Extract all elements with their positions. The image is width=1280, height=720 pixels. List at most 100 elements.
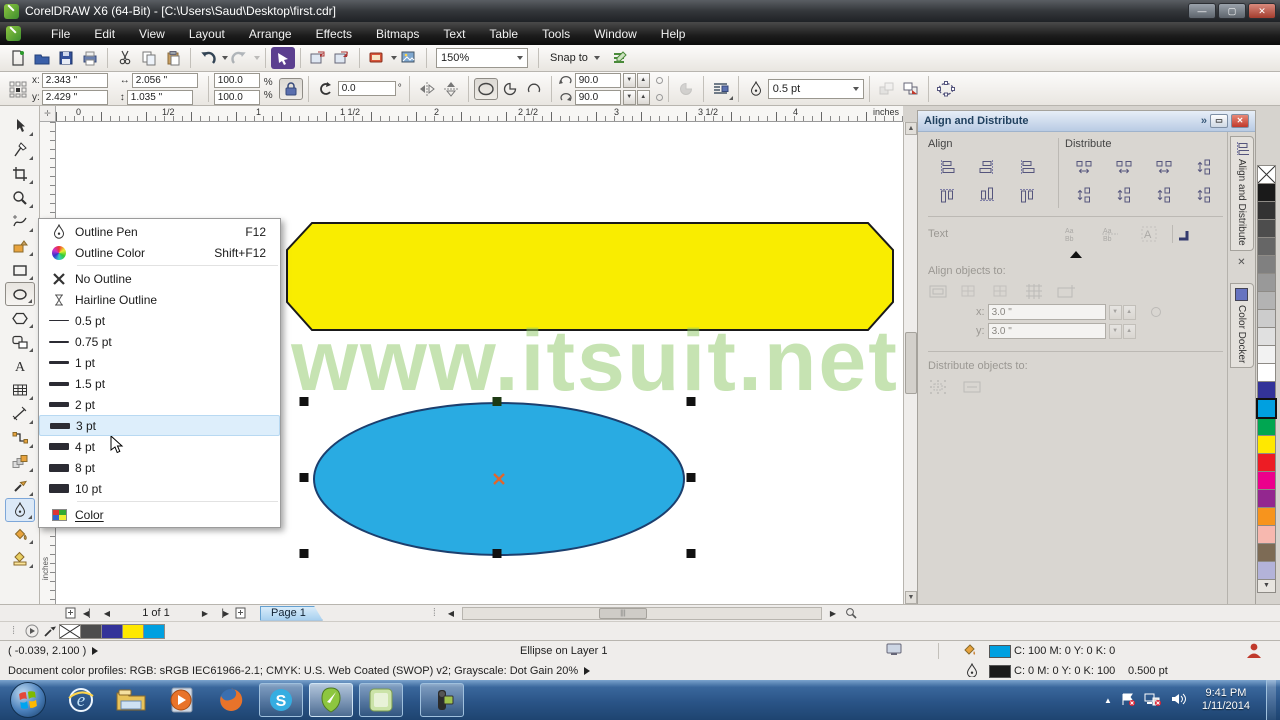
palette-no-color[interactable] [1257, 165, 1276, 184]
distribute-bottom-button[interactable] [1185, 182, 1223, 208]
menu-item-15pt[interactable]: 1.5 pt [39, 373, 280, 394]
align-bottom-button[interactable] [1008, 182, 1046, 208]
palette-swatch[interactable] [1257, 471, 1276, 490]
palette-swatch[interactable] [1257, 345, 1276, 364]
palette-swatch[interactable] [1257, 381, 1276, 400]
show-desktop-button[interactable] [1266, 680, 1276, 720]
distribute-spacing-v-button[interactable] [1145, 182, 1183, 208]
taskbar-internet-explorer[interactable]: e [59, 683, 103, 717]
arc-mode-button[interactable] [522, 78, 546, 100]
palette-swatch[interactable] [1257, 417, 1276, 436]
menu-item-outline-pen[interactable]: Outline Pen F12 [39, 221, 280, 242]
docpal-flyout-button[interactable] [23, 624, 41, 638]
scale-h-field[interactable]: 100.0 [213, 72, 260, 88]
menu-item-3pt[interactable]: 3 pt [39, 415, 280, 436]
to-front-button[interactable] [875, 78, 899, 100]
taskbar-media-player[interactable] [159, 683, 203, 717]
palette-swatch[interactable] [1257, 543, 1276, 562]
menu-item-8pt[interactable]: 8 pt [39, 457, 280, 478]
palette-swatch[interactable] [1257, 201, 1276, 220]
lock-ratio-button[interactable] [278, 77, 303, 100]
docker-close-button[interactable]: ✕ [1231, 114, 1249, 128]
palette-swatch[interactable] [1257, 273, 1276, 292]
application-launcher-button[interactable] [365, 47, 389, 69]
docpal-swatch[interactable] [101, 623, 124, 639]
taskbar-corel-photopaint[interactable] [359, 683, 403, 717]
snap-to-dropdown[interactable]: Snap to [550, 52, 600, 64]
menu-bitmaps[interactable]: Bitmaps [364, 24, 431, 44]
redo-button[interactable] [228, 47, 252, 69]
hscroll-right-arrow[interactable]: ▶ [824, 606, 842, 620]
display-settings-icon[interactable] [886, 643, 902, 659]
scale-v-field[interactable]: 100.0 [213, 89, 260, 105]
ellipse-mode-button[interactable] [473, 77, 498, 100]
export-button[interactable] [330, 47, 354, 69]
menu-help[interactable]: Help [649, 24, 698, 44]
mirror-vertical-button[interactable] [439, 78, 463, 100]
shape-tool[interactable] [5, 138, 35, 162]
palette-swatch[interactable] [1257, 435, 1276, 454]
new-document-button[interactable] [6, 47, 30, 69]
docpal-swatch[interactable] [143, 623, 166, 639]
blend-tool[interactable] [5, 450, 35, 474]
pane-splitter[interactable]: ⁞ [433, 607, 436, 619]
maximize-button[interactable]: ▢ [1218, 3, 1246, 19]
taskbar-screen-recorder[interactable] [420, 683, 464, 717]
docker-chevron[interactable]: » [1201, 115, 1207, 127]
align-y-field[interactable]: 3.0 " [987, 323, 1106, 339]
menu-item-075pt[interactable]: 0.75 pt [39, 331, 280, 352]
taskbar-coreldraw[interactable] [309, 683, 353, 717]
page-tab[interactable]: Page 1 [260, 606, 323, 621]
distribute-top-button[interactable] [1065, 182, 1103, 208]
menu-file[interactable]: File [39, 24, 82, 44]
octagon-shape[interactable] [286, 222, 894, 331]
align-center-h-button[interactable] [968, 154, 1006, 180]
start-angle-field[interactable]: 90.0 [574, 72, 621, 88]
distribute-to-selection-button[interactable] [928, 378, 950, 396]
menu-item-color[interactable]: Color [39, 504, 280, 525]
nav-zoom-button[interactable] [842, 606, 860, 620]
palette-scroll-down[interactable]: ▼ [1257, 579, 1276, 593]
welcome-screen-button[interactable] [397, 47, 421, 69]
horizontal-ruler[interactable]: 0 1/2 1 1 1/2 2 2 1/2 3 3 1/2 4 inches [56, 106, 903, 122]
menu-view[interactable]: View [127, 24, 177, 44]
connector-tool[interactable] [5, 426, 35, 450]
change-direction-button[interactable] [674, 78, 698, 100]
docker-tab-color[interactable]: Color Docker [1229, 282, 1254, 369]
last-page-button[interactable]: ▕▶ [214, 606, 232, 620]
collapse-arrow-icon[interactable] [1069, 251, 1082, 258]
palette-swatch-selected[interactable] [1256, 398, 1277, 419]
align-right-button[interactable] [1008, 154, 1046, 180]
close-button[interactable]: ✕ [1248, 3, 1276, 19]
scroll-up-arrow[interactable]: ▲ [905, 122, 917, 135]
pick-tool[interactable] [5, 114, 35, 138]
start-angle-up[interactable]: ▲ [636, 72, 650, 88]
taskbar-skype[interactable]: S [259, 683, 303, 717]
zoom-tool[interactable] [5, 186, 35, 210]
menu-tools[interactable]: Tools [530, 24, 582, 44]
align-to-grid-button[interactable] [1024, 283, 1046, 301]
hscroll-left-arrow[interactable]: ◀ [442, 606, 460, 620]
align-x-field[interactable]: 3.0 " [987, 304, 1106, 320]
ellipse-tool[interactable] [4, 282, 35, 306]
align-y-up[interactable]: ▲ [1122, 323, 1136, 339]
smart-fill-tool[interactable] [5, 234, 35, 258]
palette-swatch[interactable] [1257, 219, 1276, 238]
text-align-bounding-box-button[interactable]: A [1130, 226, 1168, 242]
previous-page-button[interactable]: ◀ [98, 606, 116, 620]
align-x-down[interactable]: ▼ [1108, 304, 1122, 320]
docpal-drag-handle[interactable]: ⁞ [12, 625, 15, 637]
polygon-tool[interactable] [5, 306, 35, 330]
save-button[interactable] [54, 47, 78, 69]
copy-button[interactable] [137, 47, 161, 69]
undo-button[interactable] [196, 47, 220, 69]
dimension-tool[interactable] [5, 402, 35, 426]
menu-table[interactable]: Table [477, 24, 530, 44]
start-angle-down[interactable]: ▼ [622, 72, 636, 88]
redo-dropdown[interactable] [254, 56, 260, 60]
text-align-baseline-button[interactable]: Aa Bb [1092, 226, 1130, 242]
taskbar-firefox[interactable] [209, 683, 253, 717]
vertical-scrollbar[interactable]: ▲ ▼ [903, 122, 917, 604]
end-angle-radio[interactable] [655, 93, 663, 101]
end-angle-up[interactable]: ▲ [636, 89, 650, 105]
